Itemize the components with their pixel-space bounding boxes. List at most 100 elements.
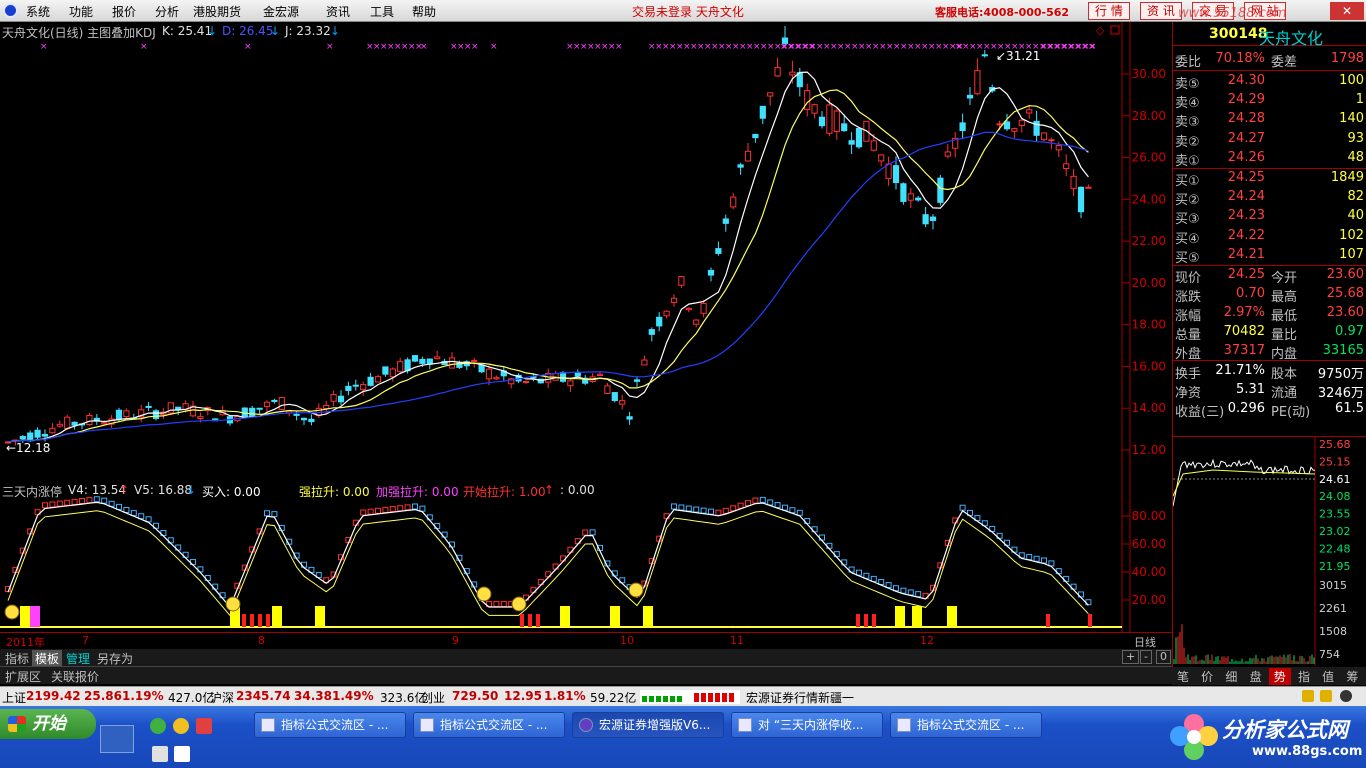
info-mode-button[interactable]: 资 讯 <box>1140 2 1182 20</box>
taskbar-window-3[interactable]: 宏源证券增强版V6... <box>572 712 724 738</box>
tab-manage[interactable]: 管理 <box>63 650 93 667</box>
candle-body <box>1026 109 1033 114</box>
window-close-icon[interactable]: ✕ <box>1330 2 1364 20</box>
tab-indicator[interactable]: 指标 <box>2 650 32 667</box>
candle-body <box>41 433 49 437</box>
price-tick: 24.08 <box>1319 490 1351 503</box>
taskbar-window-4[interactable]: 对 “三天内涨停收... <box>731 712 883 738</box>
candle-body <box>115 409 123 420</box>
tab-related-quotes[interactable]: 关联报价 <box>48 668 102 685</box>
candle-body <box>323 404 330 409</box>
candle-body <box>382 366 389 375</box>
hs-index-pct: 1.49% <box>332 689 374 703</box>
app-icon[interactable] <box>196 718 212 734</box>
tab-extension-area[interactable]: 扩展区 <box>2 668 44 685</box>
chart-area: 30.00 28.00 26.00 24.00 22.00 20.00 18.00 16.00… <box>0 22 1172 666</box>
zoom-out-button[interactable]: - <box>1140 650 1152 664</box>
menu-function[interactable]: 功能 <box>69 3 93 20</box>
main-chart-header: 天舟文化(日线) 主图叠加KDJ K: 25.41 ↓ D: 26.45 ↓ J… <box>0 22 1130 40</box>
y-axis-label: 20.00 <box>1132 276 1166 290</box>
side-tab[interactable]: 势 <box>1268 668 1291 685</box>
flower-logo-icon <box>1170 714 1218 760</box>
menu-info[interactable]: 资讯 <box>326 3 350 20</box>
candle-body <box>263 401 271 407</box>
side-tab[interactable]: 指 <box>1293 668 1315 685</box>
candle-body <box>175 406 182 410</box>
menu-analysis[interactable]: 分析 <box>155 3 179 20</box>
candle-body <box>152 410 160 419</box>
candle-body <box>915 197 922 201</box>
side-tab[interactable]: 细 <box>1220 668 1242 685</box>
browser-icon[interactable] <box>150 718 166 734</box>
y-axis-label: 30.00 <box>1132 67 1166 81</box>
zoom-in-button[interactable]: + <box>1122 650 1140 664</box>
signal-marker: × <box>1089 42 1097 52</box>
y-axis-label: 26.00 <box>1132 151 1166 165</box>
quote-mode-button[interactable]: 行 情 <box>1088 2 1130 20</box>
indicator-bar <box>93 496 100 503</box>
zoom-reset-button[interactable]: 0 <box>1156 650 1171 664</box>
indicator-chart[interactable]: 80.00 60.00 40.00 20.00 <box>0 482 1172 632</box>
side-tabs: 笔价细盘势指值筹 <box>1172 667 1366 685</box>
indicator-bar <box>915 591 922 598</box>
candle-body <box>774 66 781 77</box>
kline-chart[interactable]: 30.00 28.00 26.00 24.00 22.00 20.00 18.00 16.00… <box>0 22 1172 482</box>
sub-chart-header: 三天内涨停 V4: 13.54 ↑ V5: 16.88 ↓ 买入: 0.00 强… <box>0 481 1130 499</box>
signal-bar <box>872 614 876 627</box>
news-ticker[interactable]: 宏源证券行情新疆一 <box>746 689 854 706</box>
side-tab[interactable]: 值 <box>1317 668 1339 685</box>
taskbar-window-2[interactable]: 指标公式交流区 - ... <box>413 712 565 738</box>
y-axis-label: 60.00 <box>1132 537 1166 551</box>
candle-body <box>922 214 929 225</box>
side-tab[interactable]: 盘 <box>1245 668 1267 685</box>
indicator-bar <box>907 589 914 596</box>
hotline-text: 客服电话:4008-000-562 <box>935 6 1070 19</box>
candle-body <box>34 429 41 438</box>
tab-save-as[interactable]: 另存为 <box>94 650 136 667</box>
indicator-bar <box>42 502 48 509</box>
show-desktop-icon[interactable] <box>100 725 134 753</box>
lock-icon[interactable] <box>1302 690 1314 702</box>
high-price-label: ↙31.21 <box>996 49 1040 63</box>
x-axis-label: 10 <box>620 634 634 647</box>
side-tab[interactable]: 笔 <box>1172 668 1194 685</box>
candle-body <box>522 380 530 383</box>
candle-body <box>848 140 855 145</box>
y-axis-label: 28.00 <box>1132 109 1166 123</box>
menu-help[interactable]: 帮助 <box>412 3 436 20</box>
tab-template[interactable]: 模板 <box>32 650 63 667</box>
menu-tools[interactable]: 工具 <box>370 3 394 20</box>
side-tab[interactable]: 价 <box>1196 668 1218 685</box>
indicator-bar <box>389 506 396 513</box>
alert-icon[interactable] <box>1320 690 1332 702</box>
indicator-bar <box>774 502 781 509</box>
price-tick: 21.95 <box>1319 560 1351 573</box>
hs-index-value: 2345.74 <box>236 689 291 703</box>
keyboard-icon[interactable] <box>152 746 168 762</box>
signal-bar <box>520 614 524 627</box>
signal-bar <box>266 614 270 627</box>
avg-price-line <box>1173 469 1316 497</box>
indicator-bar <box>737 502 744 509</box>
side-tab[interactable]: 筹 <box>1341 668 1363 685</box>
sh-index-pct: 1.19% <box>122 689 164 703</box>
help-icon[interactable] <box>174 746 190 762</box>
candle-body <box>707 269 715 276</box>
start-button[interactable]: 开始 <box>0 709 96 739</box>
candle-body <box>397 361 404 373</box>
menu-jinhongyuan[interactable]: 金宏源 <box>263 3 299 20</box>
period-tab-daily[interactable]: 日线 <box>1134 634 1156 650</box>
indicator-bar <box>404 504 411 511</box>
taskbar-window-1[interactable]: 指标公式交流区 - ... <box>254 712 406 738</box>
speaker-icon[interactable] <box>1340 690 1352 702</box>
candle-body <box>648 329 655 335</box>
indicator-bar <box>360 509 367 516</box>
menu-system[interactable]: 系统 <box>26 3 50 20</box>
media-icon[interactable] <box>173 718 189 734</box>
sh-index-amount: 427.0亿 <box>168 691 215 705</box>
candle-body <box>870 140 877 151</box>
menu-quote[interactable]: 报价 <box>112 3 136 20</box>
menu-hk-futures[interactable]: 港股期货 <box>193 3 241 20</box>
intraday-mini-chart[interactable]: 25.68 25.15 24.61 24.08 23.55 23.02 22.48 21.95… <box>1173 436 1366 676</box>
taskbar-window-5[interactable]: 指标公式交流区 - ... <box>890 712 1042 738</box>
